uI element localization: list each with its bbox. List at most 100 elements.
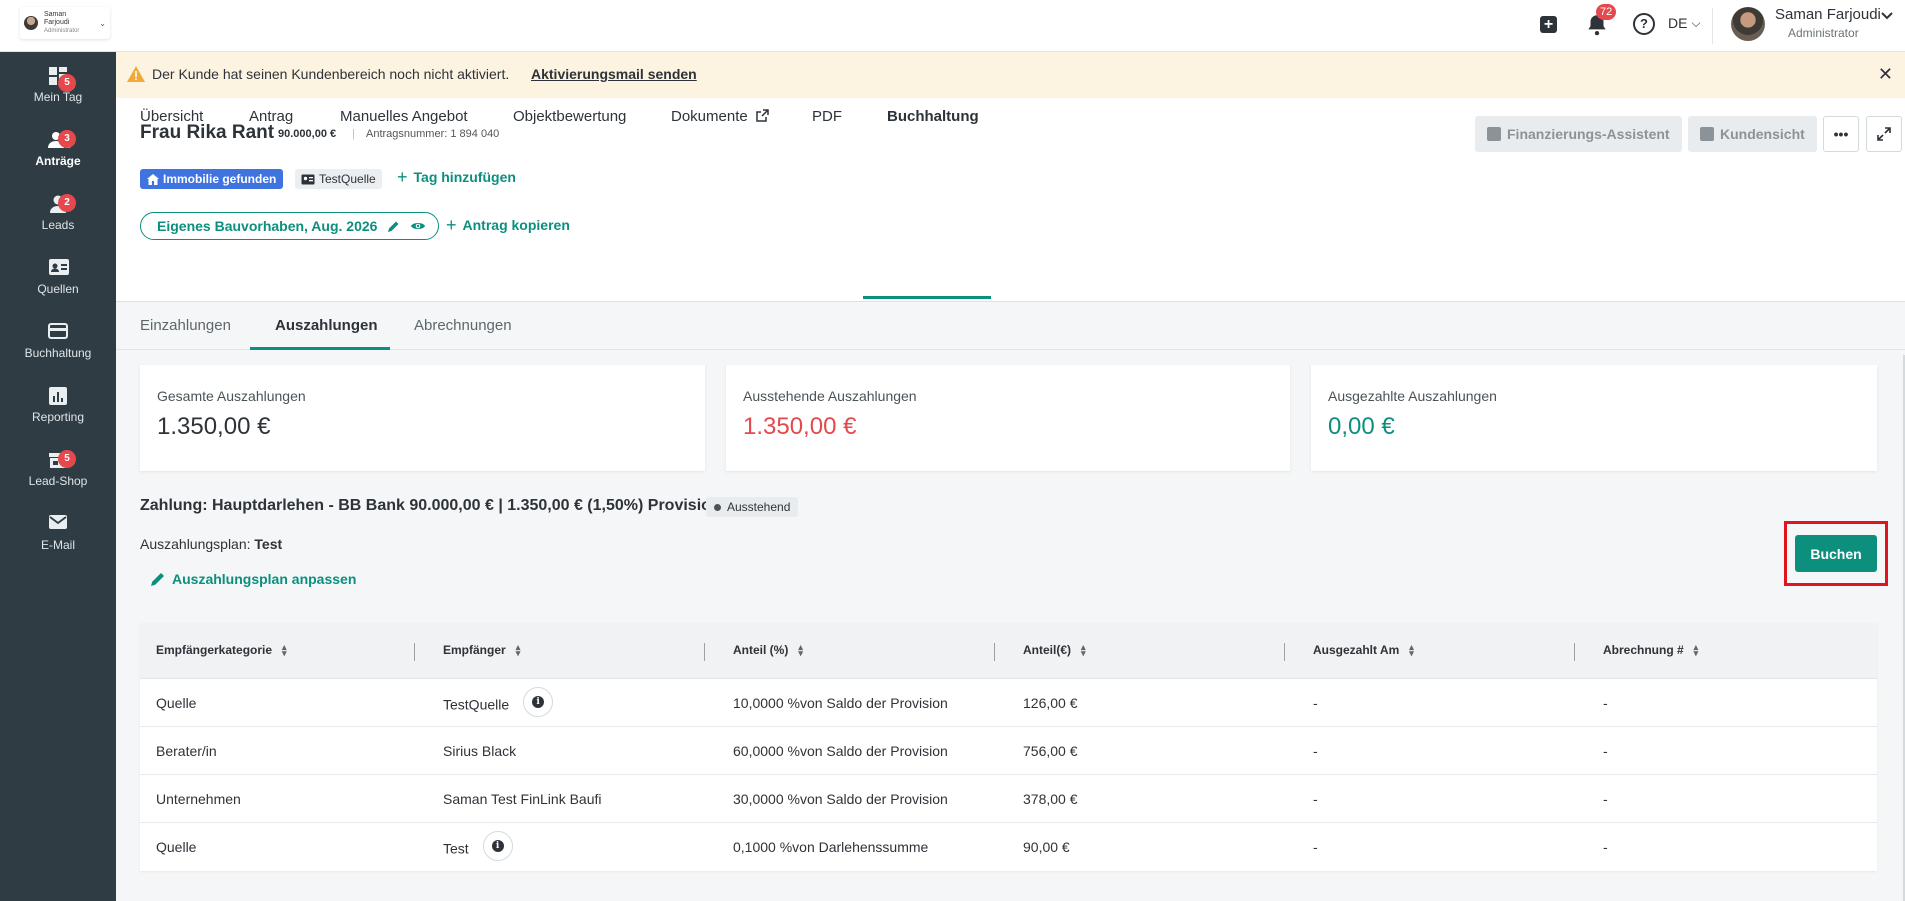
sidebar-item-label: Quellen (37, 282, 79, 296)
cell-share-euro: 126,00 € (1023, 695, 1078, 711)
project-selector[interactable]: Eigenes Bauvorhaben, Aug. 2026 (140, 212, 440, 240)
card-title: Gesamte Auszahlungen (157, 388, 306, 404)
book-button[interactable]: Buchen (1795, 535, 1877, 572)
sidebar-item-buchhaltung[interactable]: Buchhaltung (0, 322, 116, 382)
sidebar-badge: 3 (58, 130, 76, 148)
send-activation-mail-link[interactable]: Aktivierungsmail senden (531, 66, 697, 82)
column-header-recipient[interactable]: Empfänger ▴ ▾ (443, 643, 520, 658)
mail-icon (48, 514, 68, 534)
tab-pdf[interactable]: PDF (812, 98, 842, 142)
pencil-icon[interactable] (387, 220, 400, 233)
chevron-down-icon: ⌄ (99, 18, 106, 28)
activation-banner: Der Kunde hat seinen Kundenbereich noch … (116, 52, 1905, 98)
sidebar-badge: 2 (58, 194, 76, 212)
column-header-settlement-number[interactable]: Abrechnung # ▴ ▾ (1603, 643, 1698, 658)
cell-settlement-number: - (1603, 791, 1608, 807)
credit-card-icon (48, 322, 68, 342)
subtab-auszahlungen[interactable]: Auszahlungen (275, 317, 378, 334)
column-divider (704, 643, 705, 661)
sort-icon: ▴ ▾ (798, 642, 803, 658)
sidebar-item-label: Lead-Shop (28, 474, 88, 488)
edit-payout-plan-button[interactable]: Auszahlungsplan anpassen (150, 571, 356, 587)
id-card-icon (301, 174, 315, 184)
tab-objektbewertung[interactable]: Objektbewertung (513, 98, 626, 142)
home-icon (147, 173, 159, 185)
brand-name: Saman Farjoudi (44, 11, 70, 26)
user-avatar[interactable] (1731, 7, 1765, 41)
user-role: Administrator (1788, 26, 1859, 40)
sort-icon: ▴ ▾ (1409, 642, 1414, 658)
cell-paid-on: - (1313, 791, 1318, 807)
status-dot-icon (714, 503, 721, 511)
sidebar-item-label: Anträge (35, 154, 81, 168)
copy-application-button[interactable]: + Antrag kopieren (446, 216, 570, 234)
sidebar-badge: 5 (58, 450, 76, 468)
chart-icon (48, 386, 68, 406)
notifications-button[interactable]: 72 (1584, 4, 1617, 38)
quick-add-button[interactable]: + (1536, 12, 1562, 38)
divider (1712, 8, 1713, 44)
sidebar-item-leads[interactable]: 2 Leads (0, 194, 116, 254)
account-switcher[interactable]: Saman Farjoudi Administrator ⌄ (20, 7, 110, 39)
tab-uebersicht[interactable]: Übersicht (140, 98, 203, 142)
tab-buchhaltung[interactable]: Buchhaltung (887, 98, 979, 142)
sidebar-item-lead-shop[interactable]: 5 Lead-Shop (0, 450, 116, 510)
user-name[interactable]: Saman Farjoudi (1775, 6, 1881, 23)
column-divider (1284, 643, 1285, 661)
expand-icon (1877, 127, 1891, 141)
user-menu-chevron-icon[interactable] (1880, 8, 1894, 24)
warning-icon (126, 65, 146, 83)
external-link-icon (756, 109, 769, 122)
help-icon[interactable]: ? (1633, 13, 1655, 35)
sidebar-item-label: Mein Tag (33, 90, 83, 104)
tab-manuelles-angebot[interactable]: Manuelles Angebot (340, 98, 468, 142)
subtabs: Einzahlungen Auszahlungen Abrechnungen (116, 302, 1905, 350)
tag-source[interactable]: TestQuelle (295, 169, 382, 189)
active-subtab-indicator (250, 347, 390, 350)
eye-icon[interactable] (410, 220, 426, 232)
tag-property-found[interactable]: Immobilie gefunden (140, 169, 284, 189)
cell-paid-on: - (1313, 695, 1318, 711)
subtab-einzahlungen[interactable]: Einzahlungen (140, 317, 231, 334)
more-options-button[interactable]: ••• (1823, 116, 1859, 152)
sidebar-item-email[interactable]: E-Mail (0, 514, 116, 574)
cell-recipient-category: Unternehmen (156, 791, 241, 807)
column-header-paid-on[interactable]: Ausgezahlt Am ▴ ▾ (1313, 642, 1414, 658)
recipient-info-button[interactable]: i (482, 831, 513, 861)
status-label: Ausstehend (727, 500, 791, 514)
info-icon: i (491, 840, 504, 852)
column-header-recipient-category[interactable]: Empfängerkategorie ▴ ▾ (156, 643, 287, 658)
subtab-abrechnungen[interactable]: Abrechnungen (414, 317, 512, 334)
add-tag-button[interactable]: + Tag hinzufügen (397, 168, 516, 186)
sort-icon: ▴ ▾ (1081, 642, 1086, 658)
cell-recipient: Saman Test FinLink Baufi (443, 791, 602, 807)
recipient-info-button[interactable]: i (523, 687, 554, 717)
column-header-share-euro[interactable]: Anteil(€) ▴ ▾ (1023, 642, 1086, 658)
tab-dokumente[interactable]: Dokumente (671, 98, 769, 142)
info-icon: i (532, 696, 545, 708)
card-value: 0,00 € (1328, 413, 1395, 440)
customer-view-button[interactable]: Kundensicht (1688, 116, 1817, 152)
financing-assistant-label: Finanzierungs-Assistent (1507, 126, 1670, 142)
table-row: Unternehmen Saman Test FinLink Baufi 30,… (140, 775, 1877, 823)
column-label: Empfänger (443, 643, 506, 657)
financing-assistant-button[interactable]: Finanzierungs-Assistent (1475, 116, 1682, 152)
sidebar-item-antraege[interactable]: 3 Anträge (0, 130, 116, 190)
cell-recipient-category: Quelle (156, 839, 197, 855)
cell-recipient-category: Berater/in (156, 743, 217, 759)
column-header-share-percent[interactable]: Anteil (%) ▴ ▾ (733, 642, 803, 658)
card-title: Ausstehende Auszahlungen (743, 388, 917, 404)
sidebar-item-mein-tag[interactable]: 5 Mein Tag (0, 66, 116, 126)
close-icon[interactable]: ✕ (1878, 64, 1893, 85)
column-label: Anteil (%) (733, 643, 789, 657)
more-icon: ••• (1833, 126, 1849, 142)
cell-settlement-number: - (1603, 695, 1608, 711)
language-select[interactable]: DE ⌵ (1668, 15, 1701, 31)
cell-recipient: Test i (443, 831, 513, 861)
cell-recipient: Sirius Black (443, 743, 517, 759)
sidebar-item-reporting[interactable]: Reporting (0, 386, 116, 446)
expand-button[interactable] (1866, 116, 1902, 152)
sidebar-item-quellen[interactable]: Quellen (0, 258, 116, 318)
tab-antrag[interactable]: Antrag (249, 98, 293, 142)
active-tab-indicator (863, 296, 991, 299)
